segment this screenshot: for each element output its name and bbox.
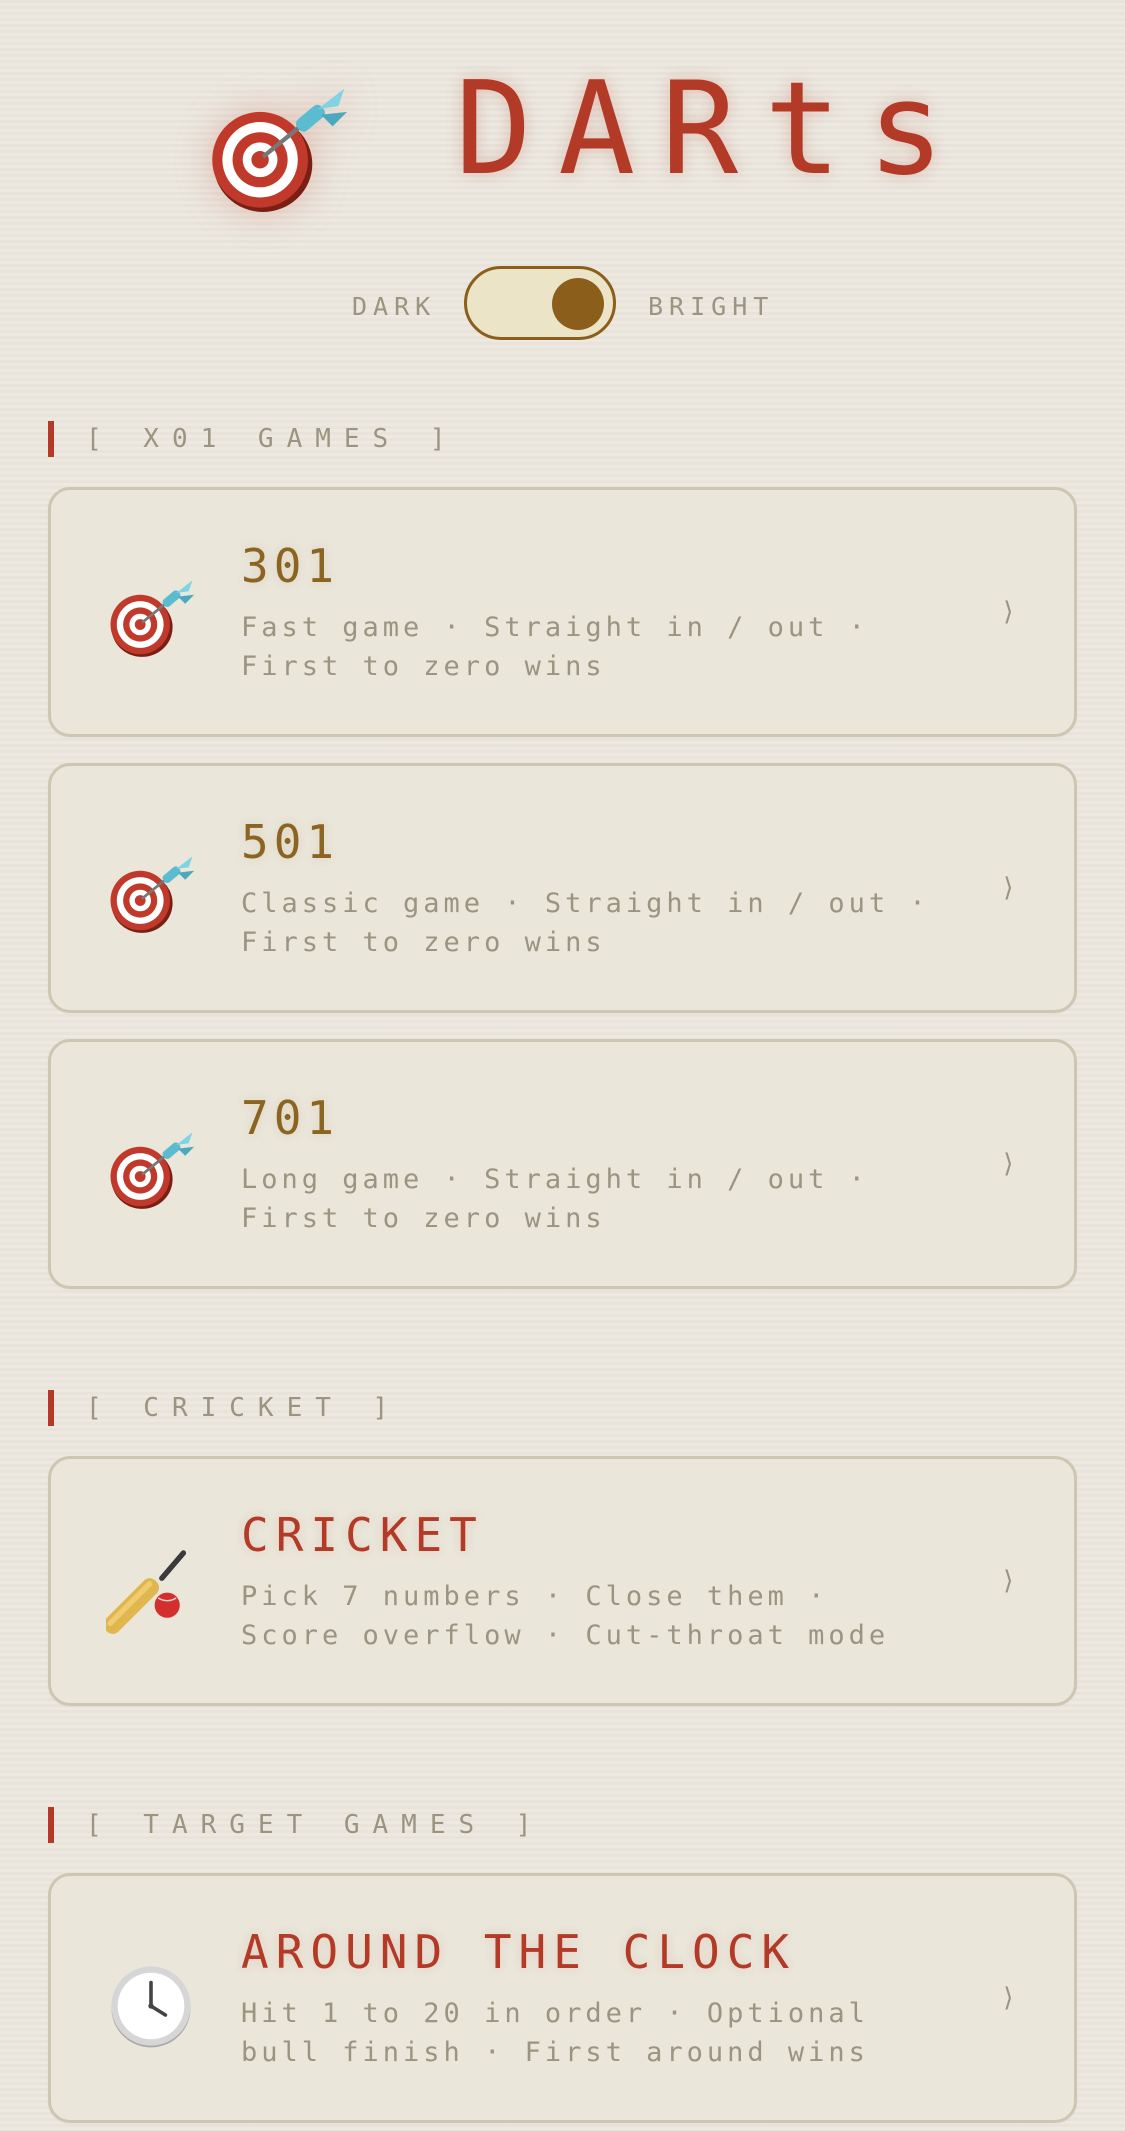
section-title-target: [ TARGET GAMES ]: [48, 1807, 544, 1843]
clock-icon: [111, 1966, 191, 2048]
game-description: Classic game · Straight in / out · First…: [241, 888, 930, 958]
app-title: DARts: [455, 55, 971, 204]
game-description: Pick 7 numbers · Close them · Score over…: [241, 1581, 890, 1651]
chevron-right-icon: ⟩: [1000, 1149, 1016, 1179]
game-title: AROUND THE CLOCK: [241, 1925, 797, 1979]
theme-label-bright: BRIGHT: [648, 292, 775, 321]
theme-switch-knob: [552, 278, 604, 330]
game-card-701[interactable]: 701 Long game · Straight in / out · Firs…: [48, 1039, 1077, 1289]
game-card-around-the-clock[interactable]: AROUND THE CLOCK Hit 1 to 20 in order · …: [48, 1873, 1077, 2123]
chevron-right-icon: ⟩: [1000, 1983, 1016, 2013]
section-title-cricket: [ CRICKET ]: [48, 1390, 401, 1426]
chevron-right-icon: ⟩: [1000, 1566, 1016, 1596]
app-header: DARts: [0, 55, 1125, 212]
game-description: Long game · Straight in / out · First to…: [241, 1164, 869, 1234]
game-title: 301: [241, 539, 340, 593]
section-title-x01: [ X01 GAMES ]: [48, 421, 459, 457]
dart-target-icon: [110, 856, 195, 933]
game-card-cricket[interactable]: CRICKET Pick 7 numbers · Close them · Sc…: [48, 1456, 1077, 1706]
game-description: Hit 1 to 20 in order · Optional bull fin…: [241, 1998, 869, 2068]
dart-target-icon: [110, 580, 195, 657]
game-title: 701: [241, 1091, 340, 1145]
game-card-501[interactable]: 501 Classic game · Straight in / out · F…: [48, 763, 1077, 1013]
dart-target-icon: [212, 88, 348, 212]
game-title: CRICKET: [241, 1508, 484, 1562]
game-title: 501: [241, 815, 340, 869]
game-card-301[interactable]: 301 Fast game · Straight in / out · Firs…: [48, 487, 1077, 737]
theme-label-dark: DARK: [352, 292, 437, 321]
game-description: Fast game · Straight in / out · First to…: [241, 612, 869, 682]
chevron-right-icon: ⟩: [1000, 873, 1016, 903]
theme-toggle: DARK BRIGHT: [0, 266, 1125, 346]
chevron-right-icon: ⟩: [1000, 597, 1016, 627]
dart-target-icon: [110, 1132, 195, 1209]
cricket-bat-icon: [106, 1550, 187, 1634]
theme-switch[interactable]: [464, 266, 616, 340]
